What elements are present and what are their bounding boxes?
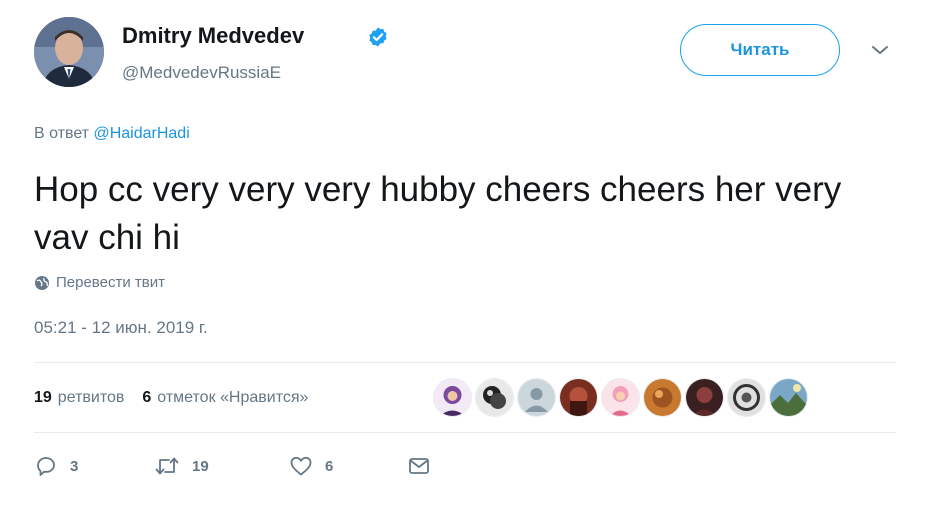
- divider: [34, 362, 896, 363]
- tweet-actions: 3 19 6: [34, 454, 431, 478]
- author-name[interactable]: Dmitry Medvedev: [122, 23, 304, 49]
- liker-avatar[interactable]: [433, 378, 472, 417]
- like-count: 6: [325, 457, 334, 475]
- liker-avatars: [433, 378, 808, 417]
- follow-button[interactable]: Читать: [680, 24, 840, 76]
- liker-avatar[interactable]: [643, 378, 682, 417]
- chevron-down-icon[interactable]: [868, 38, 892, 62]
- retweet-count: 19: [192, 457, 209, 475]
- retweets-stat[interactable]: 19 ретвитов: [34, 389, 124, 407]
- liker-avatar[interactable]: [769, 378, 808, 417]
- author-avatar[interactable]: [34, 17, 104, 87]
- tweet-text: Hop cc very very very hubby cheers cheer…: [34, 170, 842, 257]
- reply-context: В ответ @HaidarHadi: [34, 125, 190, 143]
- translate-label: Перевести твит: [56, 274, 165, 291]
- message-icon: [409, 458, 429, 474]
- liker-avatar[interactable]: [727, 378, 766, 417]
- retweets-count: 19: [34, 389, 52, 406]
- retweet-icon: [155, 457, 179, 475]
- likes-label: отметок «Нравится»: [157, 389, 309, 406]
- tweet-stats: 19 ретвитов 6 отметок «Нравится»: [34, 389, 308, 407]
- liker-avatar[interactable]: [685, 378, 724, 417]
- likes-count: 6: [142, 389, 152, 406]
- heart-icon: [290, 456, 312, 476]
- reply-count: 3: [70, 457, 79, 475]
- reply-button[interactable]: 3: [34, 454, 154, 478]
- retweets-label: ретвитов: [57, 389, 125, 406]
- reply-icon: [37, 457, 55, 476]
- divider: [34, 432, 896, 433]
- reply-prefix: В ответ: [34, 125, 90, 142]
- direct-message-button[interactable]: [407, 454, 431, 478]
- tweet-timestamp[interactable]: 05:21 - 12 июн. 2019 г.: [34, 318, 208, 338]
- liker-avatar[interactable]: [559, 378, 598, 417]
- liker-avatar[interactable]: [475, 378, 514, 417]
- reply-mention-link[interactable]: @HaidarHadi: [93, 125, 189, 142]
- liker-avatar[interactable]: [601, 378, 640, 417]
- retweet-button[interactable]: 19: [154, 454, 289, 478]
- likes-stat[interactable]: 6 отметок «Нравится»: [142, 389, 308, 407]
- liker-avatar[interactable]: [517, 378, 556, 417]
- globe-icon: [35, 275, 49, 290]
- author-handle[interactable]: @MedvedevRussiaE: [122, 63, 281, 83]
- verified-badge-icon: [369, 27, 387, 47]
- translate-tweet-link[interactable]: Перевести твит: [34, 274, 165, 291]
- like-button[interactable]: 6: [289, 454, 407, 478]
